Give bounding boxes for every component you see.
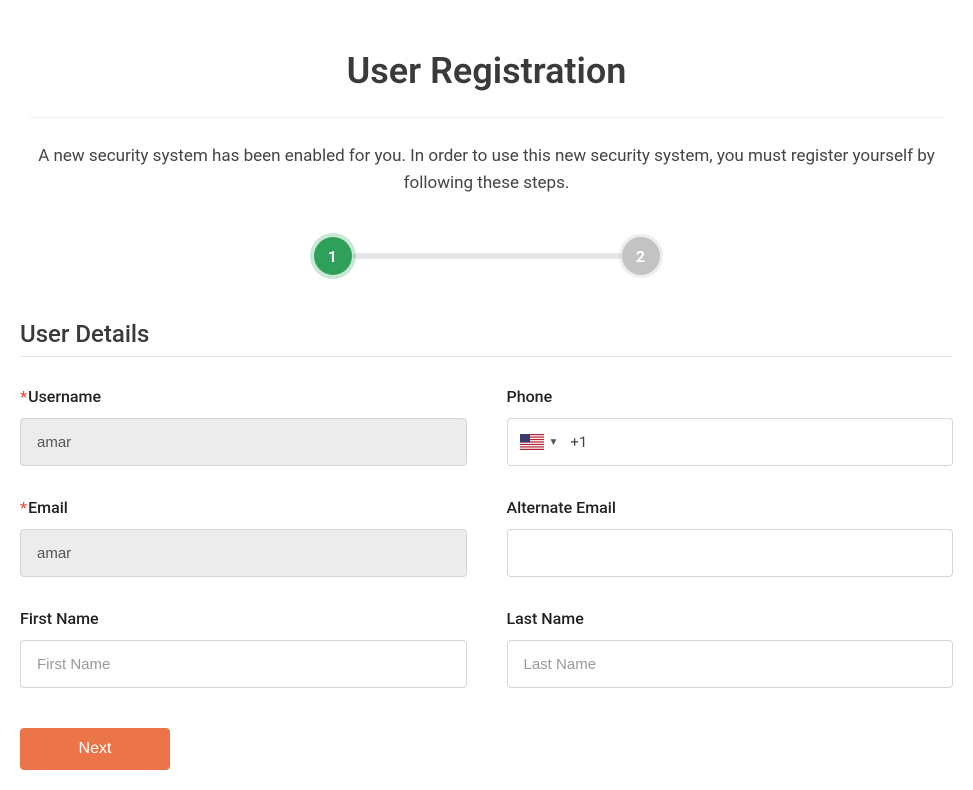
- section-divider: [20, 356, 953, 357]
- altemail-label: Alternate Email: [507, 498, 954, 517]
- us-flag-icon: [520, 434, 544, 450]
- phone-label: Phone: [507, 387, 954, 406]
- email-label: *Email: [20, 498, 467, 517]
- country-flag-select[interactable]: ▼: [520, 434, 559, 450]
- username-label: *Username: [20, 387, 467, 406]
- firstname-label: First Name: [20, 609, 467, 628]
- email-label-text: Email: [28, 498, 68, 517]
- step-2: 2: [622, 237, 660, 275]
- field-altemail: Alternate Email: [507, 498, 954, 577]
- field-firstname: First Name: [20, 609, 467, 688]
- field-email: *Email: [20, 498, 467, 577]
- altemail-input[interactable]: [507, 529, 954, 577]
- chevron-down-icon: ▼: [549, 437, 559, 448]
- page-title: User Registration: [20, 50, 953, 92]
- field-username: *Username: [20, 387, 467, 466]
- required-asterisk: *: [20, 498, 27, 517]
- field-phone: Phone ▼ +1: [507, 387, 954, 466]
- next-button[interactable]: Next: [20, 728, 170, 770]
- username-input[interactable]: [20, 418, 467, 466]
- step-1: 1: [314, 237, 352, 275]
- dial-code: +1: [570, 433, 587, 451]
- phone-input-wrapper: ▼ +1: [507, 418, 954, 466]
- phone-input[interactable]: [595, 419, 940, 465]
- form-grid: *Username Phone: [20, 387, 953, 688]
- firstname-input[interactable]: [20, 640, 467, 688]
- stepper: 1 2: [20, 237, 953, 275]
- required-asterisk: *: [20, 387, 27, 406]
- field-lastname: Last Name: [507, 609, 954, 688]
- step-line: [352, 253, 622, 259]
- lastname-label: Last Name: [507, 609, 954, 628]
- username-label-text: Username: [28, 387, 101, 406]
- section-title: User Details: [20, 320, 953, 348]
- email-input[interactable]: [20, 529, 467, 577]
- intro-text: A new security system has been enabled f…: [20, 143, 953, 197]
- lastname-input[interactable]: [507, 640, 954, 688]
- title-divider: [30, 117, 943, 118]
